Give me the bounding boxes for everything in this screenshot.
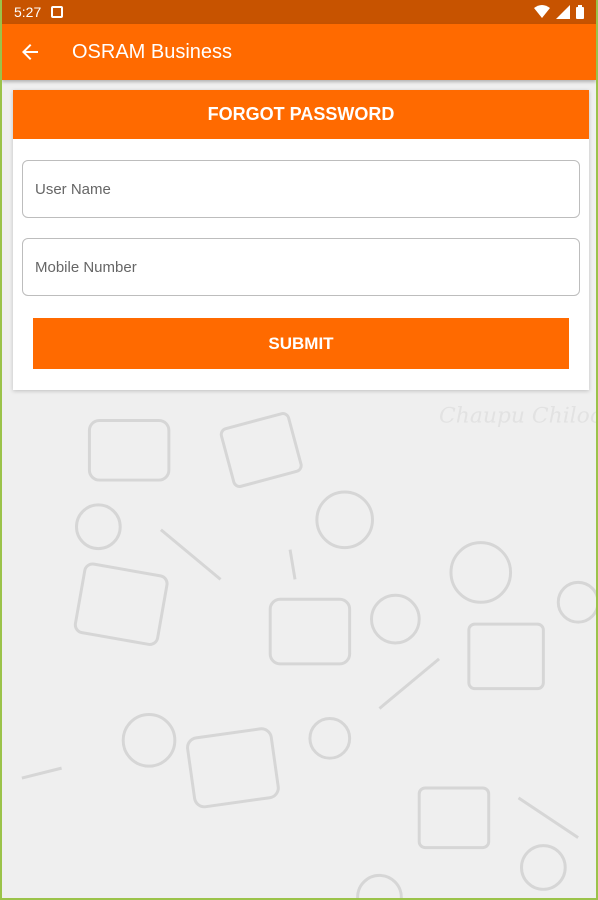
toast-doodle (186, 727, 280, 809)
status-time: 5:27 (14, 4, 42, 20)
egg-doodle (520, 844, 567, 891)
forgot-password-card: FORGOT PASSWORD SUBMIT (13, 90, 589, 390)
battery-icon (576, 5, 584, 19)
cheese-doodle (417, 786, 491, 850)
notification-icon (51, 6, 64, 18)
status-bar: 5:27 (2, 0, 596, 24)
lemon-doodle (121, 712, 177, 768)
cheese-doodle (219, 412, 303, 488)
egg-doodle (449, 541, 513, 604)
splat-doodle (308, 716, 352, 760)
egg-doodle (75, 503, 122, 551)
cheese-doodle (73, 562, 169, 646)
toast-doodle (268, 597, 352, 666)
bone-doodle (288, 549, 297, 580)
fork-doodle (378, 657, 441, 710)
bone-doodle (21, 766, 62, 780)
mobile-number-field[interactable] (22, 238, 580, 296)
app-bar: OSRAM Business (2, 24, 596, 80)
app-title: OSRAM Business (72, 40, 233, 63)
lemon-doodle (556, 580, 596, 624)
lemon-doodle (370, 593, 421, 645)
username-field[interactable] (22, 160, 580, 218)
submit-button[interactable]: SUBMIT (33, 318, 569, 369)
fork-doodle (159, 528, 222, 581)
screen: 5:27 OSRAM Business Chaupu Chiloo FORGOT… (0, 0, 598, 900)
watermark: Chaupu Chiloo (439, 403, 596, 428)
wifi-icon (534, 5, 550, 18)
card-header: FORGOT PASSWORD (13, 90, 589, 139)
egg-doodle (315, 490, 374, 550)
lemon-doodle (356, 873, 403, 898)
back-arrow-icon[interactable] (18, 40, 42, 64)
cheese-doodle (467, 622, 545, 691)
fork-doodle (517, 796, 579, 839)
toast-doodle (87, 418, 171, 482)
signal-icon (556, 5, 570, 19)
